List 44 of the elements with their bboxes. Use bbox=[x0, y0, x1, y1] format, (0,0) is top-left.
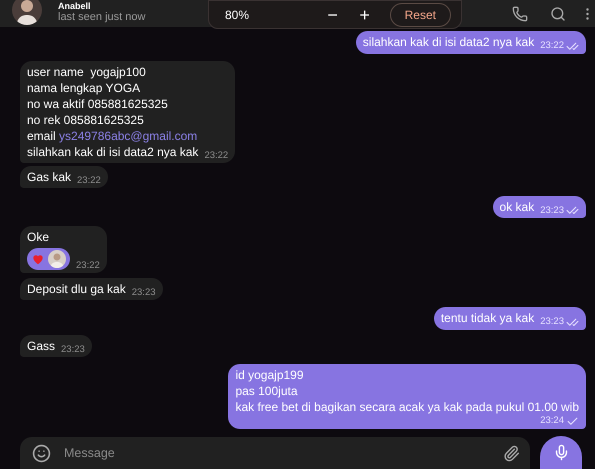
contact-name: Anabell bbox=[58, 0, 92, 10]
message-text: tentu tidak ya kak bbox=[440, 311, 534, 325]
phone-icon[interactable] bbox=[512, 6, 528, 22]
message-text: no wa aktif 085881625325 bbox=[27, 96, 168, 110]
voice-button[interactable] bbox=[540, 436, 582, 469]
message-text: Deposit dlu ga kak bbox=[27, 282, 126, 296]
message-time: 23:24 bbox=[540, 415, 564, 427]
reset-button[interactable]: Reset bbox=[390, 2, 451, 26]
message-text: ok kak bbox=[500, 200, 534, 214]
message-text: email bbox=[27, 128, 56, 142]
heart-icon bbox=[31, 252, 45, 266]
message-text: silahkan kak di isi data2 nya kak bbox=[362, 35, 534, 49]
message-text: silahkan kak di isi data2 nya kak bbox=[27, 144, 198, 158]
message-text: id yogajp199 bbox=[235, 368, 304, 382]
zoom-in-button[interactable]: + bbox=[356, 4, 374, 24]
last-seen-status: last seen just now bbox=[58, 10, 146, 24]
message-time: 23:22 bbox=[76, 260, 100, 272]
avatar-icon bbox=[48, 250, 66, 268]
message-time: 23:23 bbox=[540, 316, 564, 328]
message-text: pas 100juta bbox=[235, 384, 298, 398]
zoom-level: 80% bbox=[225, 6, 250, 24]
message-field[interactable]: Message bbox=[64, 444, 503, 462]
message-time: 23:22 bbox=[540, 40, 564, 52]
reaction-chip[interactable] bbox=[27, 248, 70, 270]
message-time: 23:22 bbox=[204, 150, 228, 162]
email-link[interactable]: ys249786abc@gmail.com bbox=[59, 128, 198, 142]
message-text: Gass bbox=[27, 338, 56, 352]
message-text: user name yogajp100 bbox=[27, 64, 146, 78]
attach-icon[interactable] bbox=[503, 444, 520, 462]
message-text: nama lengkap YOGA bbox=[27, 80, 140, 94]
message-text: Oke bbox=[27, 230, 50, 244]
message-text: no rek 085881625325 bbox=[27, 112, 144, 126]
message-time: 23:22 bbox=[77, 174, 101, 186]
emoji-icon[interactable] bbox=[32, 444, 51, 462]
message-time: 23:23 bbox=[132, 287, 156, 299]
message-time: 23:23 bbox=[540, 204, 564, 216]
message-text: kak free bet di bagikan secara acak ya kak pada pukul 01.00 wib bbox=[235, 400, 579, 414]
message-time: 23:23 bbox=[61, 344, 85, 356]
avatar-icon[interactable] bbox=[12, 0, 42, 24]
zoom-out-button[interactable]: − bbox=[324, 4, 342, 24]
message-input[interactable]: Message bbox=[20, 437, 530, 469]
more-icon[interactable] bbox=[586, 6, 589, 20]
message-text: Gas kak bbox=[27, 170, 72, 184]
search-icon[interactable] bbox=[550, 6, 566, 22]
